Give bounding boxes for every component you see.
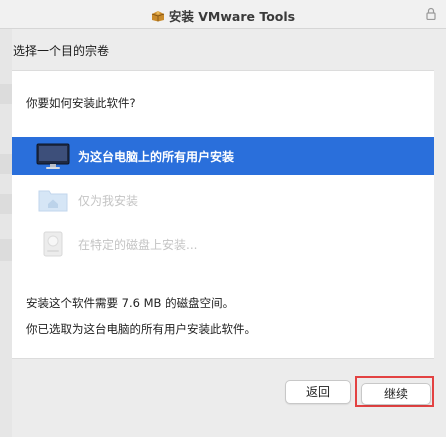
sidebar-segment bbox=[0, 84, 12, 104]
sidebar-segment bbox=[0, 154, 12, 174]
selection-info: 你已选取为这台电脑的所有用户安装此软件。 bbox=[26, 322, 256, 336]
option-label: 仅为我安装 bbox=[78, 194, 139, 208]
continue-button[interactable]: 继续 bbox=[361, 383, 431, 405]
title-bar: 安装 VMware Tools bbox=[0, 0, 446, 29]
step-title: 选择一个目的宗卷 bbox=[13, 44, 110, 58]
option-specific-disk[interactable]: 在特定的磁盘上安装... bbox=[12, 225, 434, 263]
option-label: 在特定的磁盘上安装... bbox=[78, 238, 198, 252]
installer-window: 安装 VMware Tools 选择一个目的宗卷 你要如何安装此软件? 为这台电… bbox=[0, 0, 446, 437]
option-only-me[interactable]: 仅为我安装 bbox=[12, 181, 434, 219]
monitor-icon bbox=[36, 143, 70, 169]
window-title-group: 安装 VMware Tools bbox=[0, 6, 446, 25]
option-all-users[interactable]: 为这台电脑上的所有用户安装 bbox=[12, 137, 434, 175]
sidebar-segment bbox=[0, 239, 12, 261]
option-label: 为这台电脑上的所有用户安装 bbox=[78, 150, 235, 164]
back-button[interactable]: 返回 bbox=[285, 380, 351, 404]
home-folder-icon bbox=[38, 190, 68, 212]
disk-space-info: 安装这个软件需要 7.6 MB 的磁盘空间。 bbox=[26, 296, 235, 310]
sidebar-strip bbox=[0, 29, 12, 437]
lock-icon[interactable] bbox=[426, 7, 436, 20]
main-panel: 你要如何安装此软件? 为这台电脑上的所有用户安装 仅为我安装 在特定的磁盘上安装… bbox=[12, 70, 434, 359]
install-question: 你要如何安装此软件? bbox=[26, 96, 136, 110]
package-icon bbox=[151, 11, 165, 22]
sidebar-segment bbox=[0, 194, 12, 214]
disk-icon bbox=[43, 231, 63, 257]
window-title: 安装 VMware Tools bbox=[168, 9, 296, 24]
